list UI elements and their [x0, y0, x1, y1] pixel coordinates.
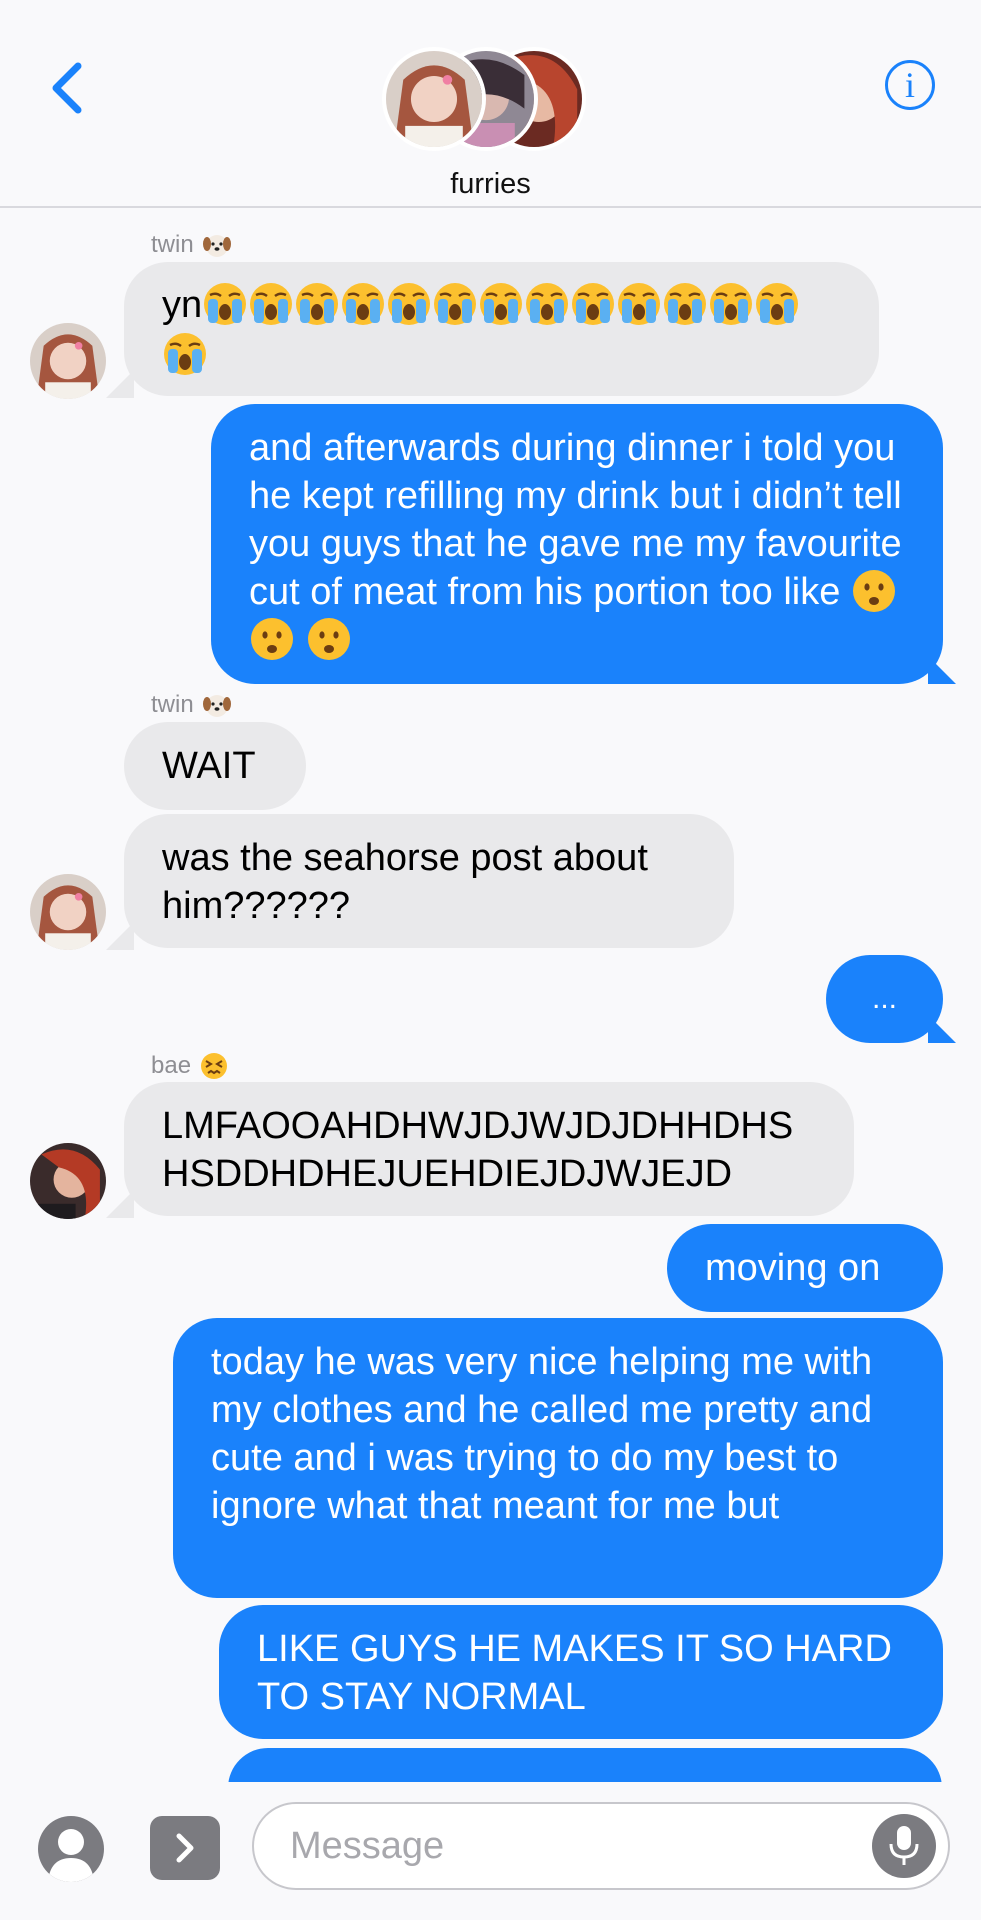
sender-label-twin: twin [151, 690, 232, 720]
message-bubble-outgoing[interactable]: LIKE GUYS HE MAKES IT SO HARD TO STAY NO… [219, 1605, 943, 1739]
avatar-bae[interactable] [30, 1143, 106, 1219]
message-text: HSDDHDHEJUEHDIEJDJWJEJD [162, 1153, 733, 1195]
person-icon [48, 1829, 94, 1882]
sender-label-bae: bae [151, 1051, 229, 1081]
message-text: LMFAOOAHDHWJDJWJDJDHHDHS [162, 1105, 794, 1147]
loudly-crying-face-icon [432, 281, 478, 327]
loudly-crying-face-icon [248, 281, 294, 327]
sender-name: twin [151, 691, 194, 718]
dog-face-icon [202, 235, 231, 257]
message-bubble-incoming[interactable]: yn [124, 262, 879, 396]
back-button[interactable] [44, 58, 94, 118]
message-text: LIKE GUYS HE MAKES IT SO HARD [257, 1628, 892, 1670]
loudly-crying-face-icon [754, 281, 800, 327]
info-icon: i [904, 65, 915, 105]
avatar-twin[interactable] [30, 874, 106, 950]
message-bubble-outgoing[interactable]: and afterwards during dinner i told you … [211, 404, 943, 684]
frowning-face-icon [851, 568, 897, 614]
loudly-crying-face-icon [478, 281, 524, 327]
message-text: WAIT [162, 745, 256, 787]
frowning-face-icon [306, 616, 352, 662]
bubble-tail [928, 1015, 956, 1043]
message-bubble-incoming[interactable]: WAIT [124, 722, 306, 810]
message-text: yn [162, 284, 203, 326]
message-bubble-incoming[interactable]: was the seahorse post about him?????? [124, 814, 734, 948]
apps-button[interactable] [150, 1816, 220, 1880]
conversation-header: furries i [0, 0, 981, 208]
confounded-face-icon [201, 1053, 228, 1079]
bubble-tail [928, 656, 956, 684]
message-input[interactable] [252, 1802, 950, 1890]
group-avatar-1 [382, 47, 486, 151]
message-bubble-outgoing[interactable]: today he was very nice helping me with m… [173, 1318, 943, 1598]
camera-button[interactable] [38, 1816, 104, 1882]
message-text: TO STAY NORMAL [257, 1676, 586, 1718]
sender-name: twin [151, 231, 194, 258]
message-text: ... [871, 982, 897, 1015]
loudly-crying-face-icon [162, 331, 208, 377]
loudly-crying-face-icon [202, 281, 248, 327]
message-bubble-outgoing[interactable]: ... [826, 955, 943, 1043]
avatar-twin[interactable] [30, 323, 106, 399]
microphone-button[interactable] [872, 1814, 936, 1878]
frowning-face-icon [249, 616, 295, 662]
loudly-crying-face-icon [570, 281, 616, 327]
message-bubble-incoming[interactable]: LMFAOOAHDHWJDJWJDJDHHDHS HSDDHDHEJUEHDIE… [124, 1082, 854, 1216]
chevron-right-icon [176, 1833, 194, 1863]
group-avatar-stack[interactable] [382, 47, 586, 155]
message-text: was the seahorse post about him?????? [162, 837, 648, 927]
group-name: furries [450, 168, 531, 200]
loudly-crying-face-icon [524, 281, 570, 327]
loudly-crying-face-icon [708, 281, 754, 327]
sender-name: bae [151, 1052, 192, 1079]
chevron-left-icon [52, 62, 82, 114]
loudly-crying-face-icon [294, 281, 340, 327]
loudly-crying-face-icon [340, 281, 386, 327]
message-text: and afterwards during dinner i told you … [249, 427, 902, 613]
message-bubble-outgoing[interactable]: moving on [667, 1224, 943, 1312]
sender-label-twin: twin [151, 230, 232, 260]
microphone-icon [889, 1826, 919, 1865]
loudly-crying-face-icon [662, 281, 708, 327]
message-text: today he was very nice helping me with m… [211, 1341, 873, 1527]
loudly-crying-face-icon [386, 281, 432, 327]
dog-face-icon [202, 695, 231, 717]
message-text: moving on [705, 1247, 881, 1289]
loudly-crying-face-icon [616, 281, 662, 327]
input-bar [0, 1782, 981, 1920]
info-button[interactable]: i [885, 60, 935, 110]
